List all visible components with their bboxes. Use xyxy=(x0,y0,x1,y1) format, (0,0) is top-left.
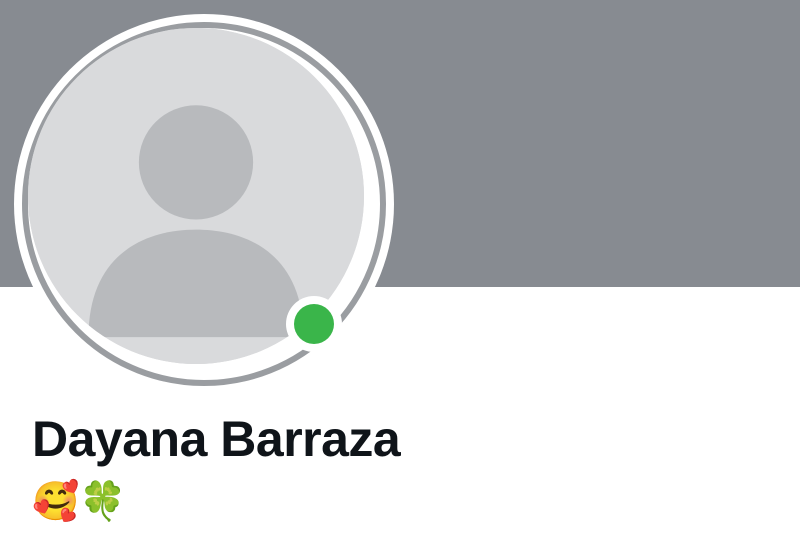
online-status-indicator xyxy=(286,296,342,352)
profile-header: Dayana Barraza 🥰🍀 xyxy=(0,0,800,543)
online-dot-icon xyxy=(294,304,334,344)
display-name: Dayana Barraza xyxy=(32,411,401,467)
bio-text: 🥰🍀 xyxy=(32,479,127,523)
